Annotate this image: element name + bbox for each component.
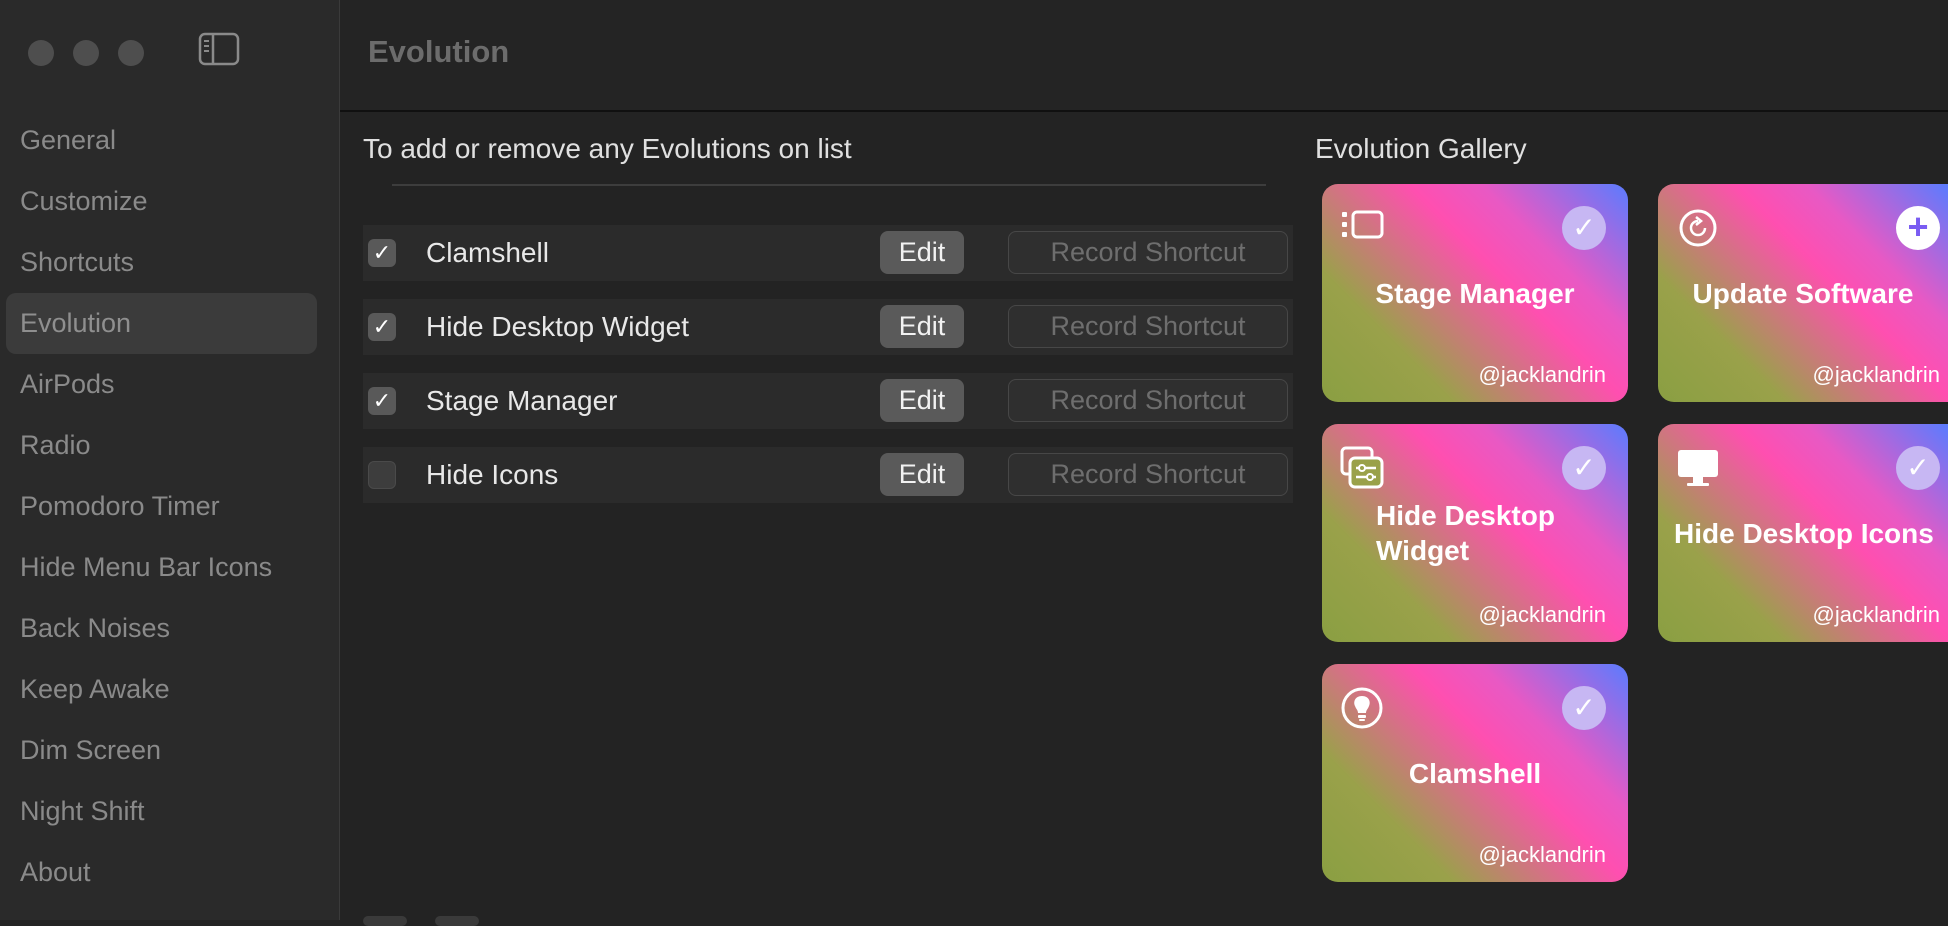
gallery-heading: Evolution Gallery xyxy=(1315,133,1527,164)
add-button[interactable] xyxy=(363,916,407,926)
sidebar-toggle-icon[interactable] xyxy=(198,32,240,66)
sidebar: General Customize Shortcuts Evolution Ai… xyxy=(0,0,340,920)
zoom-window-button[interactable] xyxy=(118,40,144,66)
sidebar-item-evolution[interactable]: Evolution xyxy=(6,293,317,354)
gallery-card-stage-manager[interactable]: ✓ Stage Manager @jacklandrin xyxy=(1322,184,1628,402)
page-title: Evolution xyxy=(368,34,510,69)
divider xyxy=(392,184,1266,186)
close-window-button[interactable] xyxy=(28,40,54,66)
sidebar-item-airpods[interactable]: AirPods xyxy=(6,354,317,415)
record-shortcut-button[interactable]: Record Shortcut xyxy=(1008,379,1288,422)
enable-checkbox[interactable]: ✓ xyxy=(368,313,396,341)
evolution-label: Stage Manager xyxy=(426,385,618,416)
card-author: @jacklandrin xyxy=(1478,362,1607,387)
sidebar-item-back-noises[interactable]: Back Noises xyxy=(6,598,317,659)
evolution-row: ✓ Stage Manager Edit Record Shortcut xyxy=(363,373,1293,429)
edit-button[interactable]: Edit xyxy=(880,305,964,348)
sidebar-item-general[interactable]: General xyxy=(6,110,317,171)
card-author: @jacklandrin xyxy=(1812,602,1941,627)
enable-checkbox[interactable]: ✓ xyxy=(368,239,396,267)
evolution-label: Hide Icons xyxy=(426,459,559,490)
window-controls xyxy=(28,40,144,66)
sidebar-item-night-shift[interactable]: Night Shift xyxy=(6,781,317,842)
sidebar-item-pomodoro-timer[interactable]: Pomodoro Timer xyxy=(6,476,317,537)
gallery-card-clamshell[interactable]: ✓ Clamshell @jacklandrin xyxy=(1322,664,1628,882)
enable-checkbox[interactable] xyxy=(368,461,396,489)
edit-button[interactable]: Edit xyxy=(880,379,964,422)
record-shortcut-button[interactable]: Record Shortcut xyxy=(1008,305,1288,348)
remove-button[interactable] xyxy=(435,916,479,926)
sidebar-item-keep-awake[interactable]: Keep Awake xyxy=(6,659,317,720)
list-heading: To add or remove any Evolutions on list xyxy=(363,133,852,164)
enable-checkbox[interactable]: ✓ xyxy=(368,387,396,415)
minimize-window-button[interactable] xyxy=(73,40,99,66)
card-author: @jacklandrin xyxy=(1812,362,1941,387)
evolution-label: Clamshell xyxy=(426,237,549,268)
evolution-label: Hide Desktop Widget xyxy=(426,311,690,342)
card-author: @jacklandrin xyxy=(1478,602,1607,627)
edit-button[interactable]: Edit xyxy=(880,453,964,496)
evolution-row: ✓ Clamshell Edit Record Shortcut xyxy=(363,225,1293,281)
sidebar-item-shortcuts[interactable]: Shortcuts xyxy=(6,232,317,293)
sidebar-item-radio[interactable]: Radio xyxy=(6,415,317,476)
sidebar-item-customize[interactable]: Customize xyxy=(6,171,317,232)
record-shortcut-button[interactable]: Record Shortcut xyxy=(1008,231,1288,274)
record-shortcut-button[interactable]: Record Shortcut xyxy=(1008,453,1288,496)
gallery-card-hide-desktop-icons[interactable]: ✓ Hide Desktop Icons @jacklandrin xyxy=(1658,424,1948,642)
edit-button[interactable]: Edit xyxy=(880,231,964,274)
gallery-card-hide-desktop-widget[interactable]: ✓ Hide Desktop Widget @jacklandrin xyxy=(1322,424,1628,642)
sidebar-item-dim-screen[interactable]: Dim Screen xyxy=(6,720,317,781)
sidebar-item-hide-menu-bar-icons[interactable]: Hide Menu Bar Icons xyxy=(6,537,317,598)
evolution-row: Hide Icons Edit Record Shortcut xyxy=(363,447,1293,503)
card-author: @jacklandrin xyxy=(1478,842,1607,867)
sidebar-item-about[interactable]: About xyxy=(6,842,317,903)
toolbar: Evolution xyxy=(340,0,1948,112)
gallery-card-update-software[interactable]: + Update Software @jacklandrin xyxy=(1658,184,1948,402)
evolution-row: ✓ Hide Desktop Widget Edit Record Shortc… xyxy=(363,299,1293,355)
